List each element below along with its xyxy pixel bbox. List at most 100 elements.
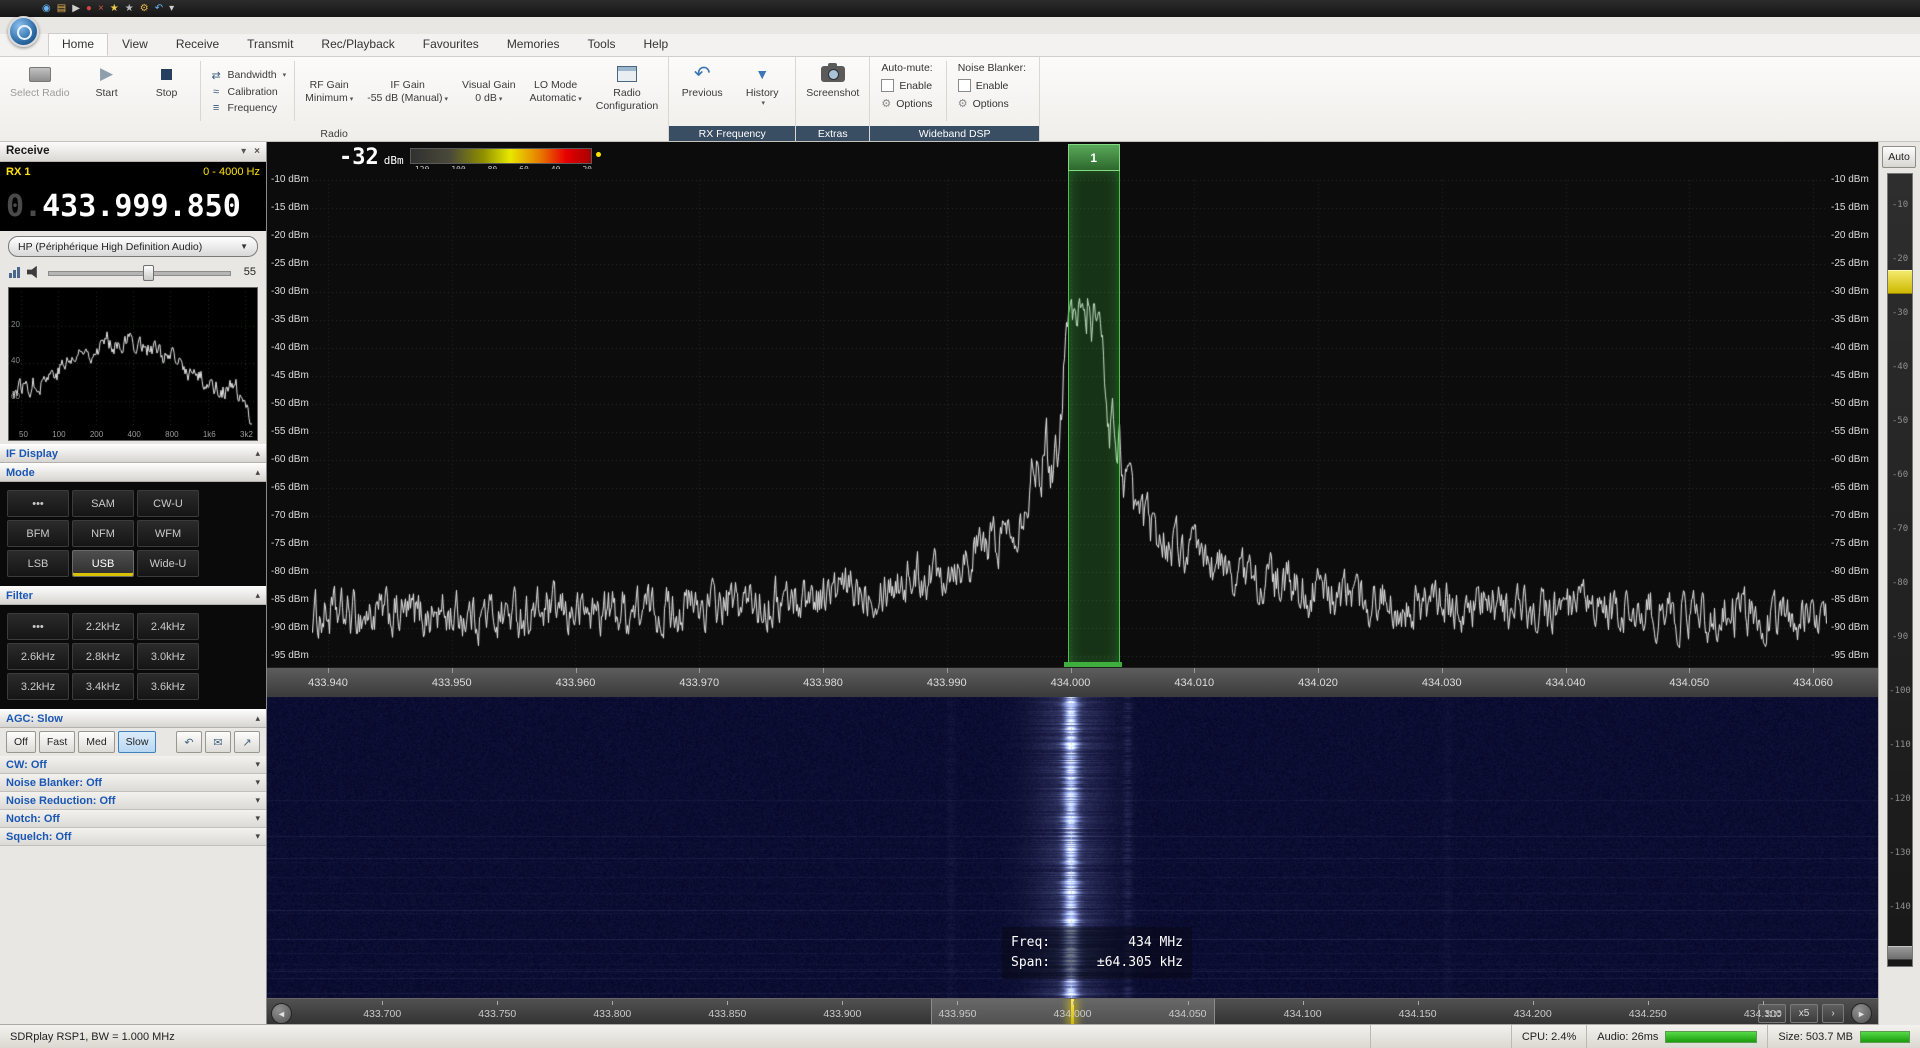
section-agc[interactable]: AGC: Slow ▴ [0,709,266,728]
mode-button-sam[interactable]: SAM [72,490,134,517]
agc-envelope-icon[interactable]: ✉ [205,731,231,753]
tab-favourites[interactable]: Favourites [409,33,493,56]
auto-range-button[interactable]: Auto [1882,146,1916,168]
spectrum-range-slider[interactable]: -10 -20 -30 -40 -50 -60 -70 -80 -90 -100 -110 -120 -… [1887,173,1913,967]
mode-button-cw-u[interactable]: CW-U [137,490,199,517]
waterfall-display[interactable]: Freq: 434 MHz Span: ±64.305 kHz [267,697,1878,998]
history-button[interactable]: ▼ History ▾ [733,58,791,124]
if-gain-button[interactable]: IF Gain -55 dB (Manual) ▾ [361,58,454,124]
section-noise-reduction[interactable]: Noise Reduction: Off ▾ [0,792,266,810]
agc-button-slow[interactable]: Slow [117,731,157,753]
spectrum-frequency-scale[interactable]: 433.940 433.950 433.960 433.970 433.980 433.9… [267,667,1878,698]
tab-view[interactable]: View [108,33,162,56]
auto-mute-options-button[interactable]: ⚙ Options [881,97,932,111]
memory-bar [1860,1030,1910,1043]
frequency-button[interactable]: ≡ Frequency [209,102,287,114]
screenshot-button[interactable]: Screenshot [800,58,865,124]
band-navigation-bar[interactable]: ◄ x5 › ► 433.700 433.750 433.800 433.850 433… [267,998,1878,1026]
tab-help[interactable]: Help [630,33,683,56]
range-top-handle[interactable] [1888,270,1912,294]
frequency-icon: ≡ [212,101,220,114]
agc-button-med[interactable]: Med [78,731,115,753]
section-if-display[interactable]: IF Display ▴ [0,444,266,463]
range-bottom-handle[interactable] [1888,946,1912,960]
previous-frequency-button[interactable]: ↶ Previous [673,58,731,124]
agc-button-fast[interactable]: Fast [38,731,76,753]
section-notch[interactable]: Notch: Off ▾ [0,810,266,828]
undo-icon[interactable]: ↶ [155,3,163,14]
radio-configuration-button[interactable]: Radio Configuration [590,58,664,124]
agc-button-off[interactable]: Off [6,731,36,753]
section-noise-blanker[interactable]: Noise Blanker: Off ▾ [0,774,266,792]
frequency-display[interactable]: 0. 433.999.850 [0,181,266,231]
panel-close-icon[interactable]: × [254,146,260,157]
close-icon[interactable]: × [98,3,104,14]
tab-transmit[interactable]: Transmit [233,33,307,56]
calibration-button[interactable]: ≈ Calibration [209,86,287,98]
filter-button-3-2khz[interactable]: 3.2kHz [7,673,69,700]
zoom-button[interactable]: x5 [1790,1004,1818,1023]
menu-down-icon[interactable]: ▾ [169,3,174,14]
select-radio-button[interactable]: Select Radio [4,58,76,124]
lo-mode-button[interactable]: LO Mode Automatic ▾ [524,58,588,124]
rx-channel-band[interactable] [1068,169,1120,667]
mode-button-lsb[interactable]: LSB [7,550,69,577]
mode-button-nfm[interactable]: NFM [72,520,134,547]
filter-button-3-6khz[interactable]: 3.6kHz [137,673,199,700]
mode-button-wide-u[interactable]: Wide-U [137,550,199,577]
favourite-icon[interactable]: ★ [110,3,119,14]
section-filter[interactable]: Filter ▴ [0,586,266,605]
tools-icon[interactable]: ⚙ [140,3,149,14]
noise-blanker-enable-checkbox[interactable]: Enable [957,79,1026,92]
mode-button-wfm[interactable]: WFM [137,520,199,547]
tab-tools[interactable]: Tools [574,33,630,56]
filter-button-2-6khz[interactable]: 2.6kHz [7,643,69,670]
receive-panel-header[interactable]: Receive ▾ × [0,141,266,162]
stop-button[interactable]: Stop [138,58,196,124]
app-icon[interactable]: ◉ [42,3,51,14]
tab-receive[interactable]: Receive [162,33,233,56]
filter-button-[interactable]: ••• [7,613,69,640]
tab-rec-playback[interactable]: Rec/Playback [307,33,408,56]
rx-channel-tab[interactable]: 1 [1068,144,1120,171]
nav-tick [1647,1001,1649,1005]
nav-tick [1072,1001,1074,1005]
start-button[interactable]: ▶ Start [78,58,136,124]
tab-memories[interactable]: Memories [493,33,574,56]
tab-home[interactable]: Home [48,33,109,56]
audio-device-select[interactable]: HP (Périphérique High Definition Audio) … [8,236,258,257]
nav-right-button[interactable]: ► [1851,1003,1872,1024]
filter-button-3-4khz[interactable]: 3.4kHz [72,673,134,700]
filter-button-2-4khz[interactable]: 2.4kHz [137,613,199,640]
favourite-add-icon[interactable]: ★ [125,3,134,14]
panel-menu-icon[interactable]: ▾ [241,146,246,157]
auto-mute-enable-checkbox[interactable]: Enable [881,79,932,92]
folder-icon[interactable]: ▤ [57,3,66,14]
section-squelch[interactable]: Squelch: Off ▾ [0,828,266,846]
nav-step-right-button[interactable]: › [1822,1004,1844,1023]
rf-gain-button[interactable]: RF Gain Minimum ▾ [299,58,359,124]
waterfall-palette-bar[interactable] [410,148,592,164]
filter-button-3-0khz[interactable]: 3.0kHz [137,643,199,670]
db-label-left: -30 dBm [271,286,309,298]
volume-slider[interactable] [48,264,231,281]
section-mode[interactable]: Mode ▴ [0,463,266,482]
visual-gain-button[interactable]: Visual Gain 0 dB ▾ [456,58,522,124]
mode-button-usb[interactable]: USB [72,550,134,577]
bandwidth-button[interactable]: ⇄ Bandwidth ▾ [209,69,286,82]
section-cw[interactable]: CW: Off ▾ [0,756,266,774]
speaker-icon[interactable] [27,265,37,279]
record-icon[interactable]: ● [86,3,92,14]
filter-button-2-8khz[interactable]: 2.8kHz [72,643,134,670]
agc-chart-icon[interactable]: ↗ [234,731,260,753]
nav-left-button[interactable]: ◄ [271,1003,292,1024]
mode-button-bfm[interactable]: BFM [7,520,69,547]
noise-blanker-options-button[interactable]: ⚙ Options [958,97,1026,111]
filter-button-2-2khz[interactable]: 2.2kHz [72,613,134,640]
app-menu-pearl-button[interactable] [8,16,39,47]
audio-levels-icon[interactable] [9,266,20,278]
volume-slider-handle[interactable] [143,265,155,281]
play-icon[interactable]: ▶ [72,3,80,14]
agc-undo-icon[interactable]: ↶ [176,731,202,753]
mode-button-[interactable]: ••• [7,490,69,517]
